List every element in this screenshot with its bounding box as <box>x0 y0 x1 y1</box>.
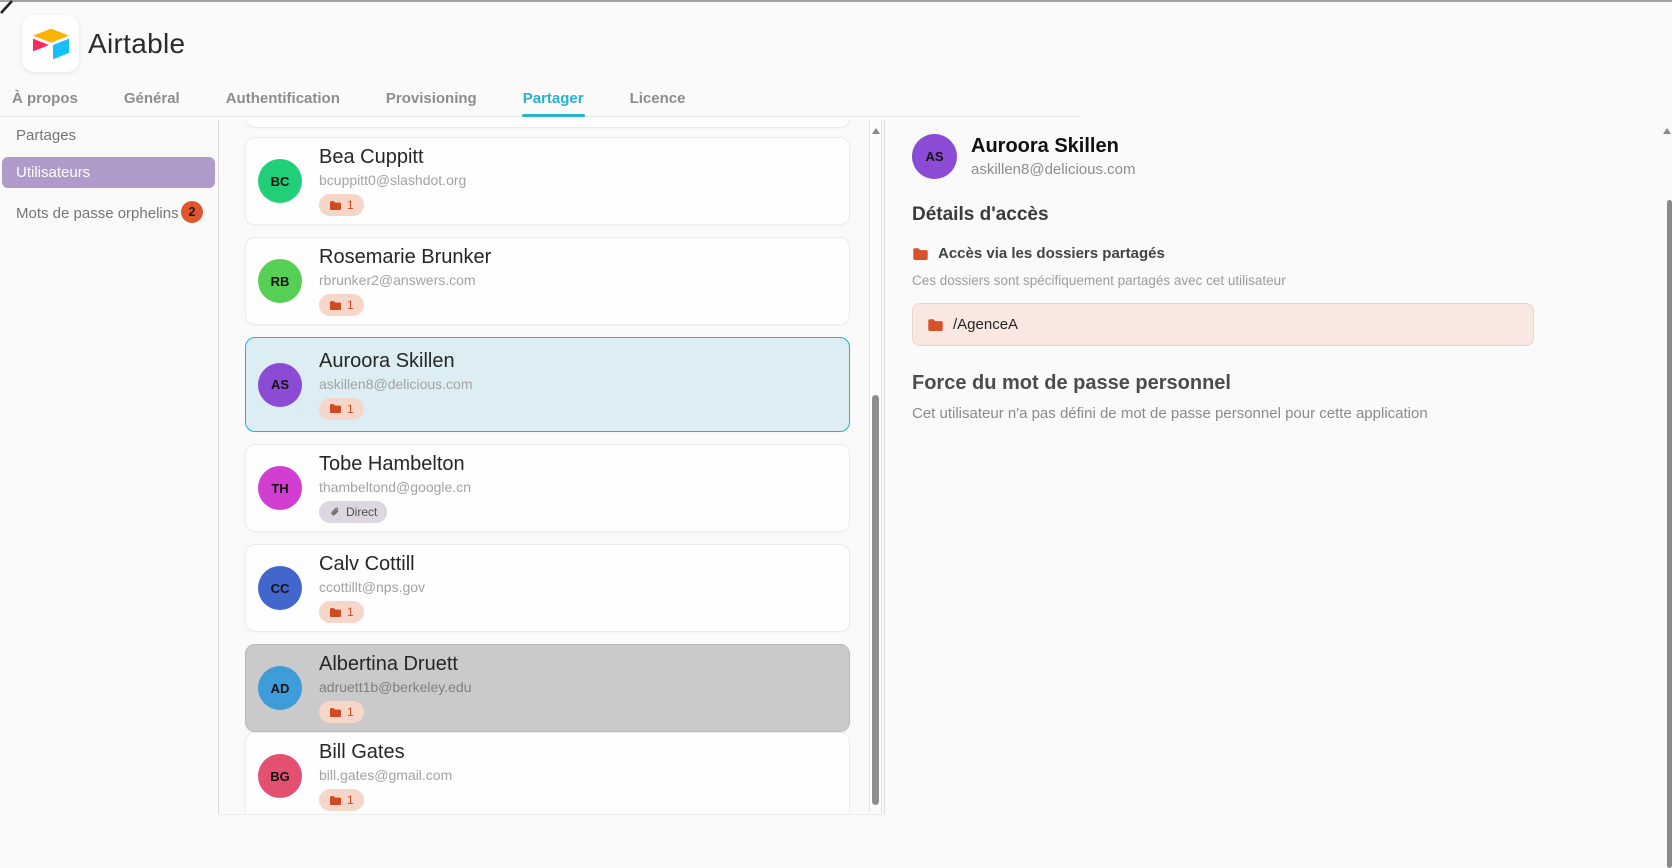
folder-count-badge: 1 <box>319 789 364 811</box>
tab-bar: À propos Général Authentification Provis… <box>12 90 685 117</box>
user-email: bcuppitt0@slashdot.org <box>319 172 466 188</box>
password-strength-text: Cet utilisateur n'a pas défini de mot de… <box>912 405 1428 422</box>
sidebar-item-partages[interactable]: Partages <box>16 127 76 144</box>
avatar: RB <box>258 259 302 303</box>
user-list: BC Bea Cuppitt bcuppitt0@slashdot.org 1 … <box>219 120 884 814</box>
user-email: thambeltond@google.cn <box>319 479 471 495</box>
direct-label: Direct <box>346 505 377 519</box>
user-card-hovered[interactable]: AD Albertina Druett adruett1b@berkeley.e… <box>245 644 850 732</box>
folder-count: 1 <box>347 605 354 619</box>
window-top-edge <box>0 0 1672 2</box>
user-name: Calv Cottill <box>319 553 425 576</box>
password-strength-title: Force du mot de passe personnel <box>912 372 1231 395</box>
avatar: CC <box>258 566 302 610</box>
user-name: Bea Cuppitt <box>319 146 466 169</box>
avatar: AD <box>258 666 302 710</box>
list-scrollbar[interactable] <box>869 120 882 812</box>
user-name: Auroora Skillen <box>319 350 473 373</box>
user-name: Bill Gates <box>319 741 452 764</box>
user-email: rbrunker2@answers.com <box>319 272 491 288</box>
avatar: BG <box>258 754 302 798</box>
folder-count: 1 <box>347 402 354 416</box>
folder-count: 1 <box>347 793 354 807</box>
shared-folder-item[interactable]: /AgenceA <box>912 303 1534 346</box>
folder-icon <box>329 200 342 211</box>
sidebar-item-utilisateurs[interactable]: Utilisateurs <box>2 157 215 188</box>
user-card-partial[interactable] <box>245 120 850 128</box>
page-scrollbar-thumb[interactable] <box>1667 200 1672 868</box>
user-card[interactable]: TH Tobe Hambelton thambeltond@google.cn … <box>245 444 850 532</box>
folder-icon <box>329 300 342 311</box>
folder-count: 1 <box>347 298 354 312</box>
user-name: Tobe Hambelton <box>319 453 471 476</box>
list-detail-divider <box>884 120 885 814</box>
user-card[interactable]: CC Calv Cottill ccottillt@nps.gov 1 <box>245 544 850 632</box>
avatar: TH <box>258 466 302 510</box>
sidebar-item-mots-de-passe-orphelins[interactable]: Mots de passe orphelins <box>16 205 179 222</box>
folder-count-badge: 1 <box>319 601 364 623</box>
airtable-logo-icon <box>31 27 71 61</box>
list-scrollbar-thumb[interactable] <box>872 395 879 805</box>
folder-count-badge: 1 <box>319 701 364 723</box>
folder-count-badge: 1 <box>319 194 364 216</box>
scroll-up-icon[interactable] <box>872 128 880 134</box>
detail-user-email: askillen8@delicious.com <box>971 161 1135 178</box>
user-card[interactable]: RB Rosemarie Brunker rbrunker2@answers.c… <box>245 237 850 325</box>
folder-count: 1 <box>347 705 354 719</box>
list-bottom-divider <box>219 814 884 815</box>
folder-icon <box>329 707 342 718</box>
detail-avatar: AS <box>912 134 957 179</box>
page-title: Airtable <box>88 28 185 60</box>
shared-folder-path: /AgenceA <box>953 316 1018 333</box>
user-email: ccottillt@nps.gov <box>319 579 425 595</box>
user-card[interactable]: BG Bill Gates bill.gates@gmail.com 1 <box>245 732 850 814</box>
folder-count: 1 <box>347 198 354 212</box>
tab-a-propos[interactable]: À propos <box>12 90 78 117</box>
user-name: Rosemarie Brunker <box>319 246 491 269</box>
tab-provisioning[interactable]: Provisioning <box>386 90 477 117</box>
folder-count-badge: 1 <box>319 294 364 316</box>
paperclip-icon <box>329 506 341 518</box>
tab-authentification[interactable]: Authentification <box>226 90 340 117</box>
folder-icon <box>329 607 342 618</box>
direct-share-badge: Direct <box>319 501 387 523</box>
shared-folders-subtitle: Ces dossiers sont spécifiquement partagé… <box>912 273 1286 288</box>
user-email: askillen8@delicious.com <box>319 376 473 392</box>
avatar: AS <box>258 363 302 407</box>
tab-general[interactable]: Général <box>124 90 180 117</box>
folder-icon <box>329 795 342 806</box>
folder-icon <box>329 403 342 414</box>
folder-icon <box>912 247 929 261</box>
user-card[interactable]: BC Bea Cuppitt bcuppitt0@slashdot.org 1 <box>245 137 850 225</box>
avatar: BC <box>258 159 302 203</box>
shared-folders-header: Accès via les dossiers partagés <box>912 245 1165 262</box>
page-scroll-up-icon[interactable] <box>1663 128 1671 134</box>
folder-icon <box>927 318 944 332</box>
user-card-selected[interactable]: AS Auroora Skillen askillen8@delicious.c… <box>245 337 850 432</box>
access-details-title: Détails d'accès <box>912 204 1049 226</box>
app-logo-box <box>22 15 79 72</box>
orphan-count-badge: 2 <box>181 201 203 223</box>
user-name: Albertina Druett <box>319 653 472 676</box>
shared-folders-title: Accès via les dossiers partagés <box>938 245 1165 262</box>
tab-partager[interactable]: Partager <box>523 90 584 117</box>
folder-count-badge: 1 <box>319 398 364 420</box>
user-email: adruett1b@berkeley.edu <box>319 679 472 695</box>
detail-user-name: Auroora Skillen <box>971 135 1119 158</box>
window-corner-mark <box>0 0 16 16</box>
tab-licence[interactable]: Licence <box>630 90 686 117</box>
user-email: bill.gates@gmail.com <box>319 767 452 783</box>
